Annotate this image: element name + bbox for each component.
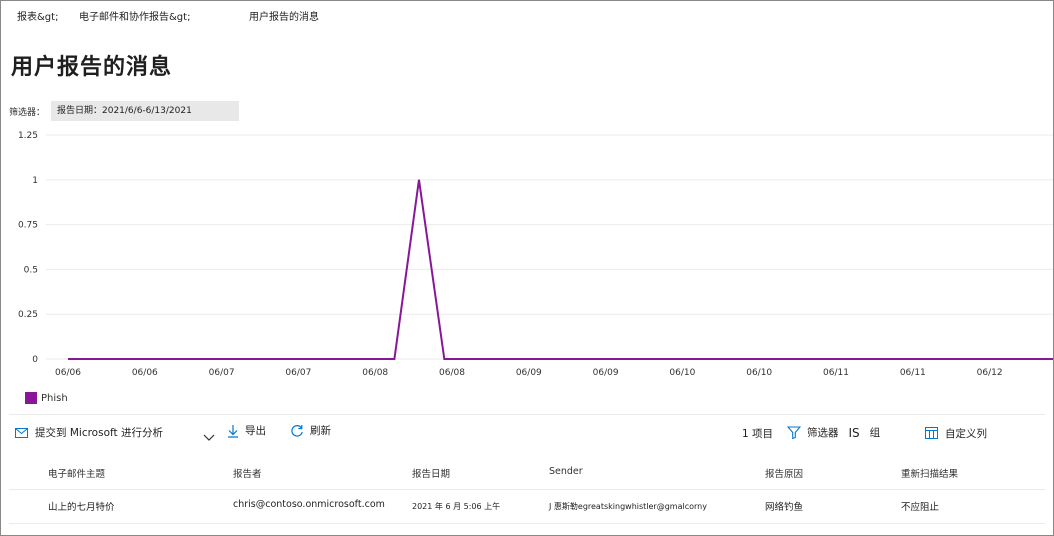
row-divider xyxy=(9,523,1045,524)
legend-swatch-phish xyxy=(25,392,37,404)
mail-send-icon xyxy=(15,427,29,439)
y-tick-label: 1 xyxy=(32,176,38,186)
is-label: IS xyxy=(848,425,860,440)
cell-report-reason: 网络钓鱼 xyxy=(765,502,804,513)
breadcrumb-email-collab-reports[interactable]: 电子邮件和协作报告&gt; xyxy=(79,8,190,23)
x-tick-label: 06/08 xyxy=(362,368,388,378)
filter-label: 筛选器： xyxy=(9,108,46,118)
page-title: 用户报告的消息 xyxy=(11,55,173,80)
cell-reporter: chris@contoso.onmicrosoft.com xyxy=(233,499,385,510)
customize-columns-label: 自定义列 xyxy=(945,428,987,440)
x-tick-label: 06/06 xyxy=(55,368,81,378)
customize-columns-button[interactable]: 自定义列 xyxy=(925,426,987,441)
column-header-reporter[interactable]: 报告者 xyxy=(233,466,262,480)
refresh-icon xyxy=(290,424,304,438)
download-icon xyxy=(227,424,239,438)
legend-label-phish: Phish xyxy=(41,393,68,404)
date-filter-chip[interactable]: 报告日期：2021/6/6-6/13/2021 xyxy=(51,101,239,121)
submit-to-microsoft-button[interactable]: 提交到 Microsoft 进行分析 xyxy=(15,425,163,440)
breadcrumb-reports[interactable]: 报表&gt; xyxy=(17,8,58,23)
cell-rescan-result: 不应阻止 xyxy=(901,502,940,513)
column-header-sender[interactable]: Sender xyxy=(549,466,583,477)
column-header-report-reason[interactable]: 报告原因 xyxy=(765,466,803,480)
x-tick-label: 06/11 xyxy=(900,368,926,378)
submit-to-microsoft-label: 提交到 Microsoft 进行分析 xyxy=(35,427,163,439)
filter-button-label: 筛选器 xyxy=(807,427,839,439)
filter-icon xyxy=(787,426,801,439)
filter-button[interactable]: 筛选器 IS 组 xyxy=(787,425,880,440)
x-tick-label: 06/11 xyxy=(823,368,849,378)
column-header-report-date[interactable]: 报告日期 xyxy=(412,466,450,480)
chevron-down-icon[interactable] xyxy=(203,427,215,446)
x-tick-label: 06/06 xyxy=(132,368,158,378)
cell-subject: 山上的七月特价 xyxy=(48,502,115,513)
x-tick-label: 06/07 xyxy=(285,368,311,378)
divider xyxy=(9,414,1045,415)
refresh-button[interactable]: 刷新 xyxy=(290,423,331,438)
x-tick-label: 06/09 xyxy=(516,368,542,378)
x-tick-label: 06/09 xyxy=(593,368,619,378)
x-tick-label: 06/07 xyxy=(209,368,235,378)
export-label: 导出 xyxy=(245,425,266,437)
y-tick-label: 0.25 xyxy=(18,310,38,320)
x-tick-label: 06/10 xyxy=(746,368,772,378)
breadcrumb-current: 用户报告的消息 xyxy=(249,12,319,23)
column-header-subject[interactable]: 电子邮件主题 xyxy=(48,466,105,480)
y-tick-label: 0.75 xyxy=(18,221,38,231)
x-tick-label: 06/10 xyxy=(669,368,695,378)
export-button[interactable]: 导出 xyxy=(227,423,266,438)
y-tick-label: 0 xyxy=(32,355,38,365)
group-label[interactable]: 组 xyxy=(870,425,881,440)
y-tick-label: 1.25 xyxy=(18,131,38,141)
item-count: 1 项目 xyxy=(742,426,773,441)
header-divider xyxy=(9,489,1045,490)
y-tick-label: 0.5 xyxy=(24,265,38,275)
x-tick-label: 06/08 xyxy=(439,368,465,378)
cell-sender: J 惠斯勒egreatskingwhistler@gmalcorny xyxy=(549,502,707,511)
refresh-label: 刷新 xyxy=(310,425,331,437)
item-count-label: 1 项目 xyxy=(742,428,774,440)
cell-report-date: 2021 年 6 月 5:06 上午 xyxy=(412,502,501,511)
column-header-rescan-result[interactable]: 重新扫描结果 xyxy=(901,466,958,480)
columns-icon xyxy=(925,427,939,440)
reported-messages-chart: 1.25 1 0.75 0.5 0.25 0 06/06 06/06 06/07 06/07 06/… xyxy=(18,131,1053,378)
x-tick-label: 06/12 xyxy=(977,368,1003,378)
